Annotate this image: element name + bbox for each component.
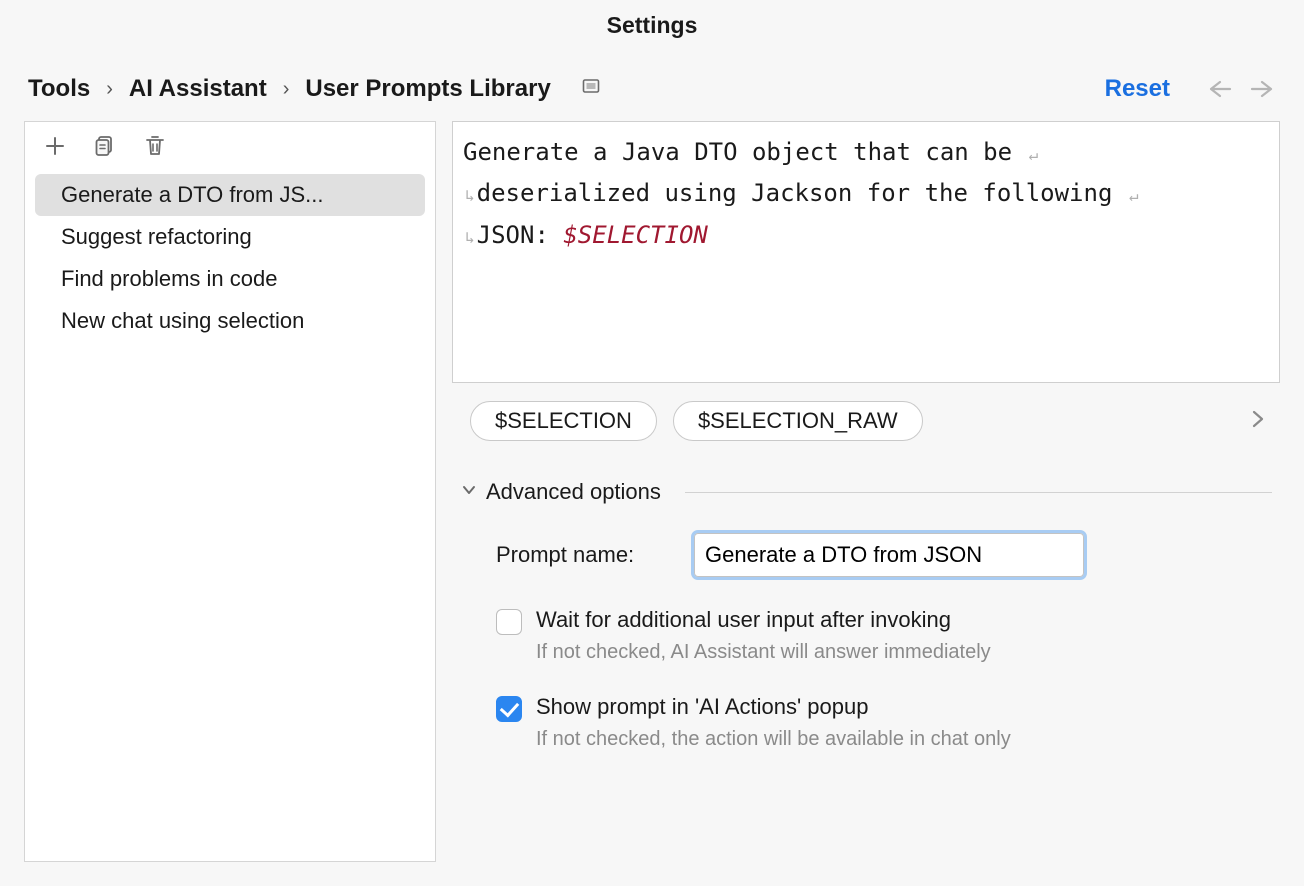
prompts-panel: Generate a DTO from JS... Suggest refact… (24, 121, 436, 862)
back-arrow-icon[interactable] (1206, 79, 1232, 99)
chevron-right-icon: › (283, 78, 290, 101)
soft-wrap-continue-icon: ↳ (463, 186, 477, 205)
prompt-item-generate-dto[interactable]: Generate a DTO from JS... (35, 174, 425, 216)
prompt-item-suggest-refactoring[interactable]: Suggest refactoring (25, 216, 435, 258)
breadcrumb-item-user-prompts-library[interactable]: User Prompts Library (305, 75, 550, 103)
show-popup-row: Show prompt in 'AI Actions' popup If not… (460, 694, 1272, 751)
prompt-item-new-chat[interactable]: New chat using selection (25, 300, 435, 342)
advanced-title: Advanced options (486, 479, 661, 505)
chip-selection-raw[interactable]: $SELECTION_RAW (673, 401, 923, 441)
breadcrumb: Tools › AI Assistant › User Prompts Libr… (28, 75, 601, 103)
advanced-section: Advanced options Prompt name: Wait for a… (452, 479, 1280, 751)
prompts-toolbar (25, 122, 435, 168)
soft-wrap-icon: ↵ (1127, 186, 1141, 205)
show-popup-label[interactable]: Show prompt in 'AI Actions' popup (536, 694, 1011, 720)
chevron-right-icon: › (106, 78, 113, 101)
wait-input-label[interactable]: Wait for additional user input after inv… (536, 607, 991, 633)
header: Tools › AI Assistant › User Prompts Libr… (0, 39, 1304, 121)
add-button[interactable] (41, 132, 69, 160)
title-bar: Settings (0, 0, 1304, 39)
prompt-list: Generate a DTO from JS... Suggest refact… (25, 168, 435, 348)
wait-input-checkbox[interactable] (496, 609, 522, 635)
content-body: Generate a DTO from JS... Suggest refact… (0, 121, 1304, 886)
delete-button[interactable] (141, 132, 169, 160)
prompt-name-row: Prompt name: (460, 533, 1272, 577)
layout-icon[interactable] (581, 75, 601, 103)
nav-arrows (1206, 79, 1276, 99)
wait-input-row: Wait for additional user input after inv… (460, 607, 1272, 664)
chevron-right-icon[interactable] (1250, 407, 1266, 435)
separator-line (685, 492, 1272, 493)
editor-panel: Generate a Java DTO object that can be ↵… (452, 121, 1280, 862)
editor-variable: $SELECTION (563, 221, 708, 249)
wait-input-hint: If not checked, AI Assistant will answer… (536, 641, 991, 664)
prompt-editor[interactable]: Generate a Java DTO object that can be ↵… (452, 121, 1280, 383)
dialog-title: Settings (607, 12, 698, 38)
breadcrumb-item-tools[interactable]: Tools (28, 75, 90, 103)
forward-arrow-icon[interactable] (1250, 79, 1276, 99)
show-popup-hint: If not checked, the action will be avail… (536, 728, 1011, 751)
chevron-down-icon (460, 479, 478, 505)
show-popup-checkbox[interactable] (496, 696, 522, 722)
prompt-name-label: Prompt name: (496, 542, 666, 568)
prompt-item-find-problems[interactable]: Find problems in code (25, 258, 435, 300)
settings-window: Settings Tools › AI Assistant › User Pro… (0, 0, 1304, 886)
reset-button[interactable]: Reset (1105, 75, 1170, 103)
soft-wrap-icon: ↵ (1027, 145, 1041, 164)
breadcrumb-item-ai-assistant[interactable]: AI Assistant (129, 75, 267, 103)
advanced-header[interactable]: Advanced options (460, 479, 1272, 505)
soft-wrap-continue-icon: ↳ (463, 228, 477, 247)
copy-button[interactable] (91, 132, 119, 160)
prompt-name-input[interactable] (694, 533, 1084, 577)
chip-selection[interactable]: $SELECTION (470, 401, 657, 441)
variable-chips: $SELECTION $SELECTION_RAW (452, 383, 1280, 445)
